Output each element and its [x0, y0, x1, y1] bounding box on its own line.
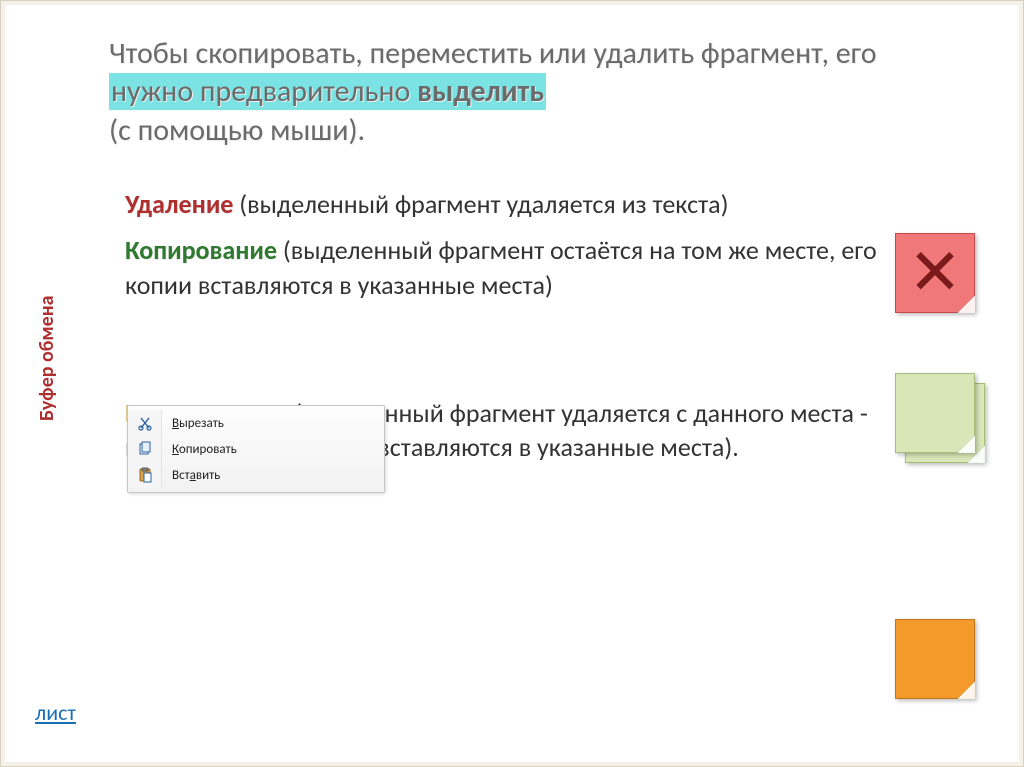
para-delete: Удаление (выделенный фрагмент удаляется …: [125, 187, 905, 221]
para-copy: Копирование (выделенный фрагмент остаётс…: [125, 233, 885, 302]
title-highlight: нужно предварительно выделить: [109, 73, 546, 110]
title-part2: с помощью мыши).: [118, 112, 365, 149]
note-copy: [895, 373, 987, 465]
menu-label-copy: Копировать: [162, 442, 237, 457]
footer-link-sheet[interactable]: лист: [35, 699, 76, 726]
x-icon: ✕: [896, 234, 974, 312]
paste-icon: [128, 462, 162, 488]
menu-item-copy[interactable]: Копировать: [128, 436, 384, 462]
menu-label-paste: Вставить: [162, 468, 220, 483]
slide-canvas: Чтобы скопировать, переместить или удали…: [0, 0, 1024, 767]
title-part1: Чтобы скопировать, переместить или удали…: [109, 35, 877, 72]
menu-item-cut[interactable]: Вырезать: [128, 410, 384, 436]
note-orange: [895, 619, 975, 699]
context-menu: Вырезать Копировать Вставить: [127, 405, 385, 493]
menu-item-paste[interactable]: Вставить: [128, 462, 384, 488]
kw-copy: Копирование: [125, 234, 277, 266]
sidebar-label-clipboard: Буфер обмена: [35, 295, 59, 421]
scissors-icon: [128, 410, 162, 436]
copy-icon: [128, 436, 162, 462]
note-red: ✕: [895, 233, 975, 313]
title-paren-open: (: [109, 112, 118, 149]
slide-title: Чтобы скопировать, переместить или удали…: [109, 35, 929, 150]
note-move: [895, 619, 987, 711]
note-green-front: [895, 373, 975, 453]
kw-delete: Удаление: [125, 188, 233, 220]
note-delete: ✕: [895, 233, 987, 325]
menu-label-cut: Вырезать: [162, 416, 224, 431]
